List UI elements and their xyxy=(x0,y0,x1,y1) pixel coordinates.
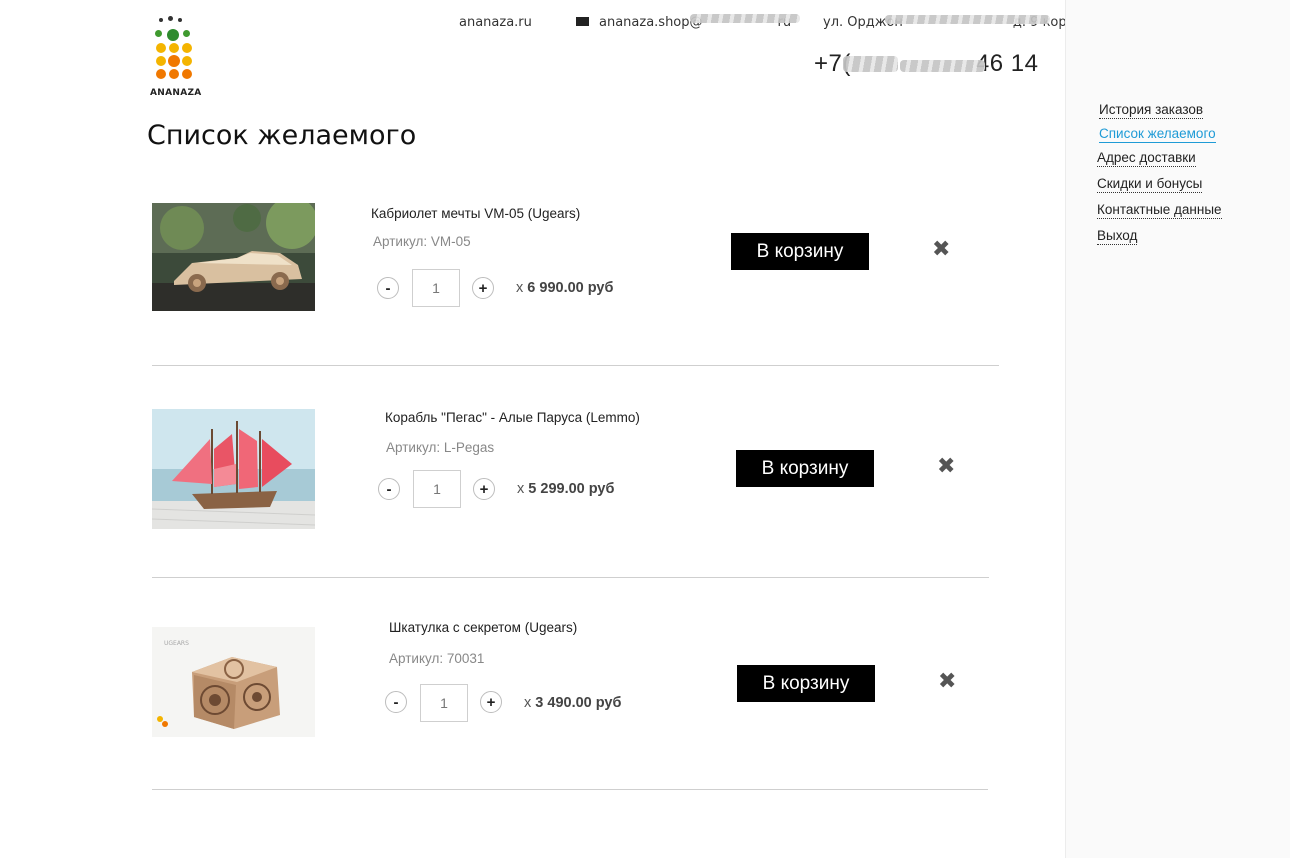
sidebar-item-order-history[interactable]: История заказов xyxy=(1099,101,1204,119)
product-price: х 5 299.00 руб xyxy=(517,481,614,497)
product-name[interactable]: Кабриолет мечты VM-05 (Ugears) xyxy=(371,206,580,221)
main-content: ANANAZA ananaza.ru ananaza.shop@ru ул. О… xyxy=(0,0,1088,858)
price-value: 3 490.00 руб xyxy=(535,695,622,711)
item-divider xyxy=(152,577,989,578)
decrease-button[interactable]: - xyxy=(377,277,399,299)
product-name[interactable]: Шкатулка с секретом (Ugears) xyxy=(389,620,577,635)
product-image[interactable]: UGEARS xyxy=(152,627,315,737)
product-sku: Артикул: 70031 xyxy=(389,651,485,666)
ananaza-logo[interactable]: ANANAZA xyxy=(150,16,205,100)
sidebar-item-wishlist[interactable]: Список желаемого xyxy=(1099,125,1216,143)
quantity-input[interactable]: 1 xyxy=(420,684,468,722)
sidebar-item-discounts[interactable]: Скидки и бонусы xyxy=(1097,175,1203,193)
redaction-scribble xyxy=(885,15,1050,24)
remove-item-icon[interactable]: ✖ xyxy=(937,456,955,478)
add-to-cart-button[interactable]: В корзину xyxy=(731,233,869,270)
product-sku: Артикул: L-Pegas xyxy=(386,440,495,455)
site-link[interactable]: ananaza.ru xyxy=(459,15,532,30)
increase-button[interactable]: + xyxy=(472,277,494,299)
item-divider xyxy=(152,789,988,790)
remove-item-icon[interactable]: ✖ xyxy=(938,671,956,693)
price-value: 5 299.00 руб xyxy=(528,481,615,497)
remove-item-icon[interactable]: ✖ xyxy=(932,239,950,261)
redaction-scribble xyxy=(690,14,800,23)
price-value: 6 990.00 руб xyxy=(527,280,614,296)
product-image[interactable] xyxy=(152,203,315,311)
logo-text: ANANAZA xyxy=(150,88,202,98)
quantity-input[interactable]: 1 xyxy=(412,269,460,307)
decrease-button[interactable]: - xyxy=(385,691,407,713)
sidebar-item-logout[interactable]: Выход xyxy=(1097,227,1138,245)
product-price: х 6 990.00 руб xyxy=(516,280,613,296)
redaction-scribble xyxy=(900,60,985,72)
svg-text:UGEARS: UGEARS xyxy=(164,640,189,647)
phone-end: 46 14 xyxy=(975,50,1039,77)
page-title: Список желаемого xyxy=(147,120,417,151)
product-price: х 3 490.00 руб xyxy=(524,695,621,711)
increase-button[interactable]: + xyxy=(473,478,495,500)
email-text: ananaza.shop@ xyxy=(599,15,703,30)
product-sku: Артикул: VM-05 xyxy=(373,234,471,249)
decrease-button[interactable]: - xyxy=(378,478,400,500)
envelope-icon xyxy=(576,17,589,26)
sidebar-item-delivery-address[interactable]: Адрес доставки xyxy=(1097,149,1196,167)
price-multiplier: х xyxy=(517,481,525,497)
redaction-scribble xyxy=(843,56,898,72)
product-name[interactable]: Корабль "Пегас" - Алые Паруса (Lemmo) xyxy=(385,410,640,425)
quantity-input[interactable]: 1 xyxy=(413,470,461,508)
price-multiplier: х xyxy=(524,695,532,711)
increase-button[interactable]: + xyxy=(480,691,502,713)
item-divider xyxy=(152,365,999,366)
add-to-cart-button[interactable]: В корзину xyxy=(737,665,875,702)
sidebar-item-contacts[interactable]: Контактные данные xyxy=(1097,201,1222,219)
price-multiplier: х xyxy=(516,280,524,296)
product-image[interactable] xyxy=(152,409,315,529)
add-to-cart-button[interactable]: В корзину xyxy=(736,450,874,487)
